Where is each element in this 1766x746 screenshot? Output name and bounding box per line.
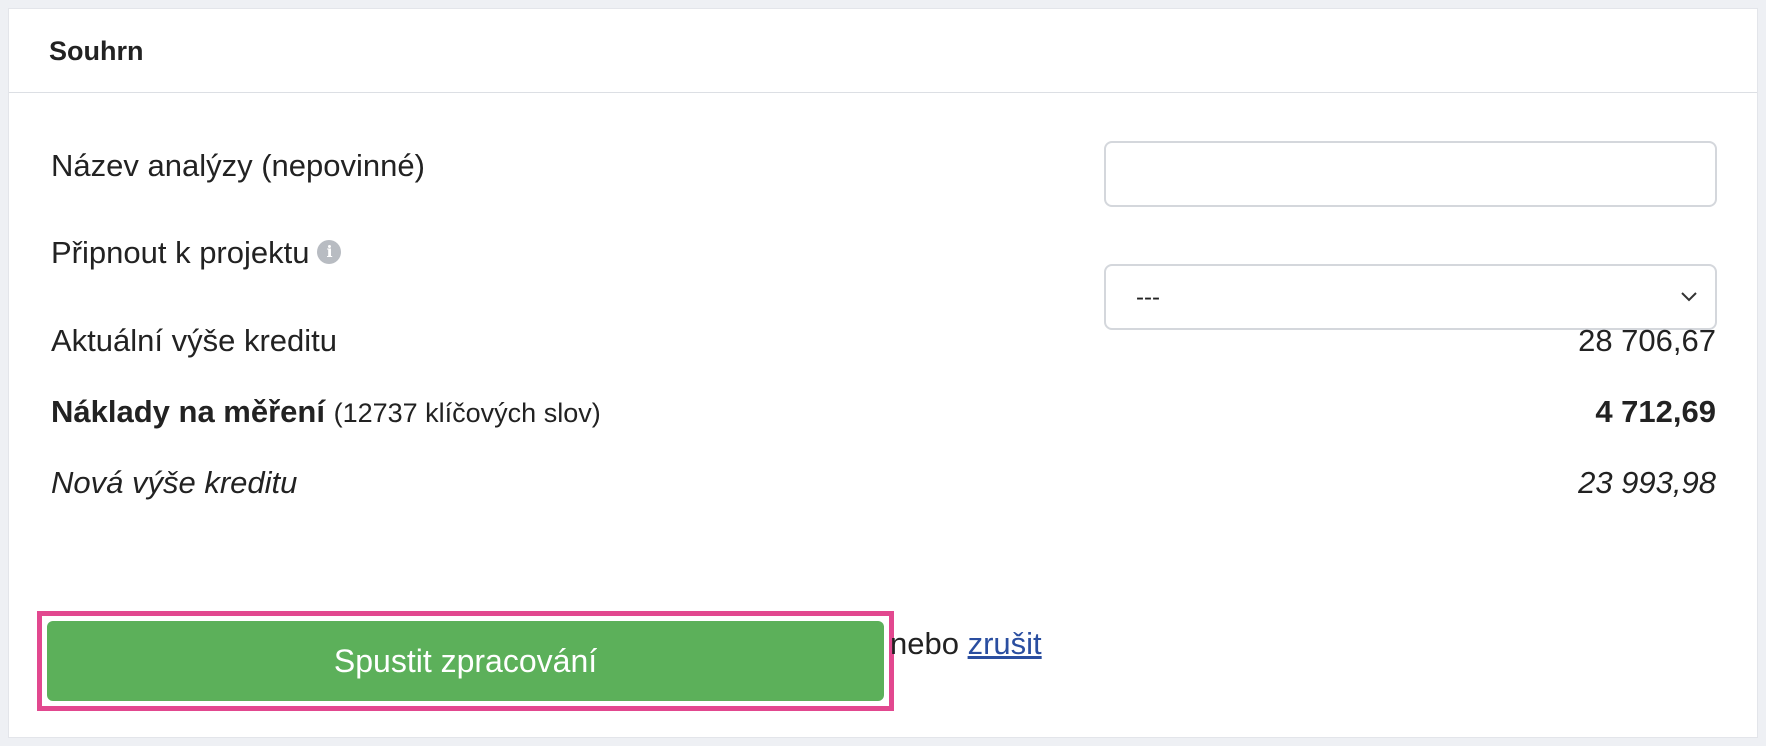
- cancel-row: nebo zrušit: [890, 626, 1042, 662]
- chevron-down-icon: [1681, 292, 1697, 302]
- cost-label-row: Náklady na měření (12737 klíčových slov): [51, 394, 601, 430]
- or-text: nebo: [890, 626, 959, 661]
- project-select[interactable]: ---: [1104, 264, 1717, 330]
- run-processing-button[interactable]: Spustit zpracování: [47, 621, 884, 701]
- info-icon[interactable]: i: [317, 240, 342, 264]
- current-credit-label: Aktuální výše kreditu: [51, 323, 338, 358]
- analysis-name-label: Název analýzy (nepovinné): [51, 148, 425, 183]
- analysis-name-input[interactable]: [1104, 141, 1717, 207]
- cost-detail: (12737 klíčových slov): [333, 398, 601, 428]
- cancel-link[interactable]: zrušit: [968, 626, 1042, 661]
- new-credit-value: 23 993,98: [1578, 465, 1716, 500]
- cost-value: 4 712,69: [1595, 394, 1716, 429]
- current-credit-value: 28 706,67: [1578, 323, 1716, 358]
- card-title: Souhrn: [49, 36, 144, 66]
- cost-label: Náklady na měření: [51, 394, 325, 429]
- project-select-value: ---: [1136, 284, 1160, 311]
- new-credit-label: Nová výše kreditu: [51, 465, 298, 500]
- project-label-row: Připnout k projektu i: [51, 235, 342, 271]
- card-header: Souhrn: [9, 9, 1757, 93]
- project-label: Připnout k projektu: [51, 235, 310, 270]
